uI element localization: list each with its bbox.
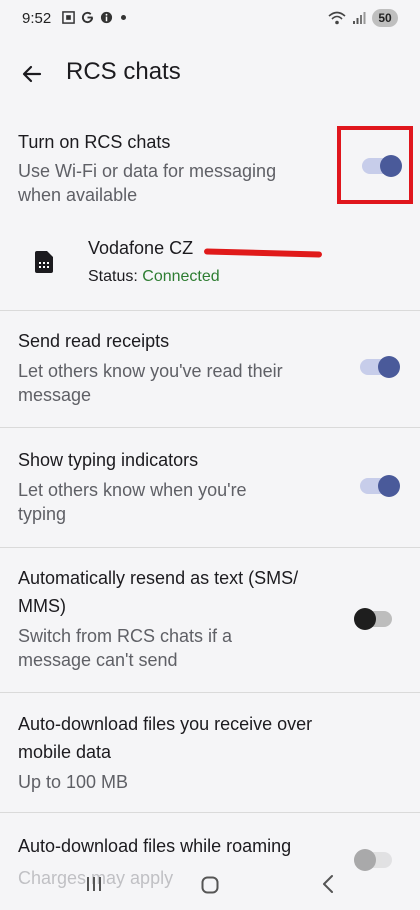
setting-auto-download-mobile[interactable]: Auto-download files you receive over mob… xyxy=(0,700,420,804)
highlight-box xyxy=(337,126,413,204)
battery-icon: 50 xyxy=(372,9,398,27)
read-receipts-toggle[interactable] xyxy=(360,356,400,378)
setting-title: Turn on RCS chats xyxy=(18,132,171,152)
wifi-icon xyxy=(328,11,346,25)
setting-title: MMS) xyxy=(18,596,66,616)
setting-subtitle: when available xyxy=(18,185,138,205)
status-label: Status: xyxy=(88,268,138,285)
divider xyxy=(0,812,420,813)
setting-subtitle: typing xyxy=(18,504,67,524)
setting-resend-as-text[interactable]: Automatically resend as text (SMS/ MMS) … xyxy=(0,556,420,686)
screenshot-icon xyxy=(62,11,75,24)
sim-card-icon xyxy=(35,251,53,273)
setting-subtitle: message xyxy=(18,385,92,405)
setting-title: Auto-download files while roaming xyxy=(18,836,292,856)
divider xyxy=(0,547,420,548)
status-value: Connected xyxy=(142,268,220,285)
setting-subtitle: Let others know when you're xyxy=(18,480,247,500)
setting-title: mobile data xyxy=(18,742,112,762)
setting-subtitle: Let others know you've read their xyxy=(18,361,283,381)
setting-subtitle: Up to 100 MB xyxy=(18,772,129,792)
setting-title: Send read receipts xyxy=(18,331,170,351)
setting-typing-indicators[interactable]: Show typing indicators Let others know w… xyxy=(0,436,420,540)
divider xyxy=(0,427,420,428)
system-nav-bar xyxy=(0,860,420,910)
battery-level: 50 xyxy=(378,11,392,25)
setting-title: Automatically resend as text (SMS/ xyxy=(18,568,299,588)
app-bar: RCS chats xyxy=(0,46,420,102)
setting-title: Auto-download files you receive over xyxy=(18,714,313,734)
google-icon xyxy=(81,11,94,24)
status-bar: 9:52 50 xyxy=(0,0,420,40)
signal-icon xyxy=(353,12,366,24)
divider xyxy=(0,310,420,311)
recents-icon[interactable] xyxy=(86,876,102,892)
setting-subtitle: message can't send xyxy=(18,650,178,670)
home-icon[interactable] xyxy=(201,876,219,894)
setting-title: Show typing indicators xyxy=(18,450,199,470)
setting-subtitle: Use Wi-Fi or data for messaging xyxy=(18,161,277,181)
divider xyxy=(0,692,420,693)
carrier-name: Vodafone CZ xyxy=(88,238,194,258)
connection-status: Status: Connected xyxy=(88,268,220,286)
resend-as-text-toggle[interactable] xyxy=(354,608,394,630)
info-icon xyxy=(100,11,113,24)
back-arrow-icon[interactable] xyxy=(18,60,46,88)
typing-indicators-toggle[interactable] xyxy=(360,475,400,497)
nav-back-icon[interactable] xyxy=(320,874,336,894)
sim-status-row: Vodafone CZ Status: Connected xyxy=(0,230,420,294)
notification-dot-icon xyxy=(121,15,126,20)
page-title: RCS chats xyxy=(66,58,181,85)
setting-subtitle: Switch from RCS chats if a xyxy=(18,626,233,646)
status-time: 9:52 xyxy=(22,10,52,27)
setting-read-receipts[interactable]: Send read receipts Let others know you'v… xyxy=(0,318,420,418)
